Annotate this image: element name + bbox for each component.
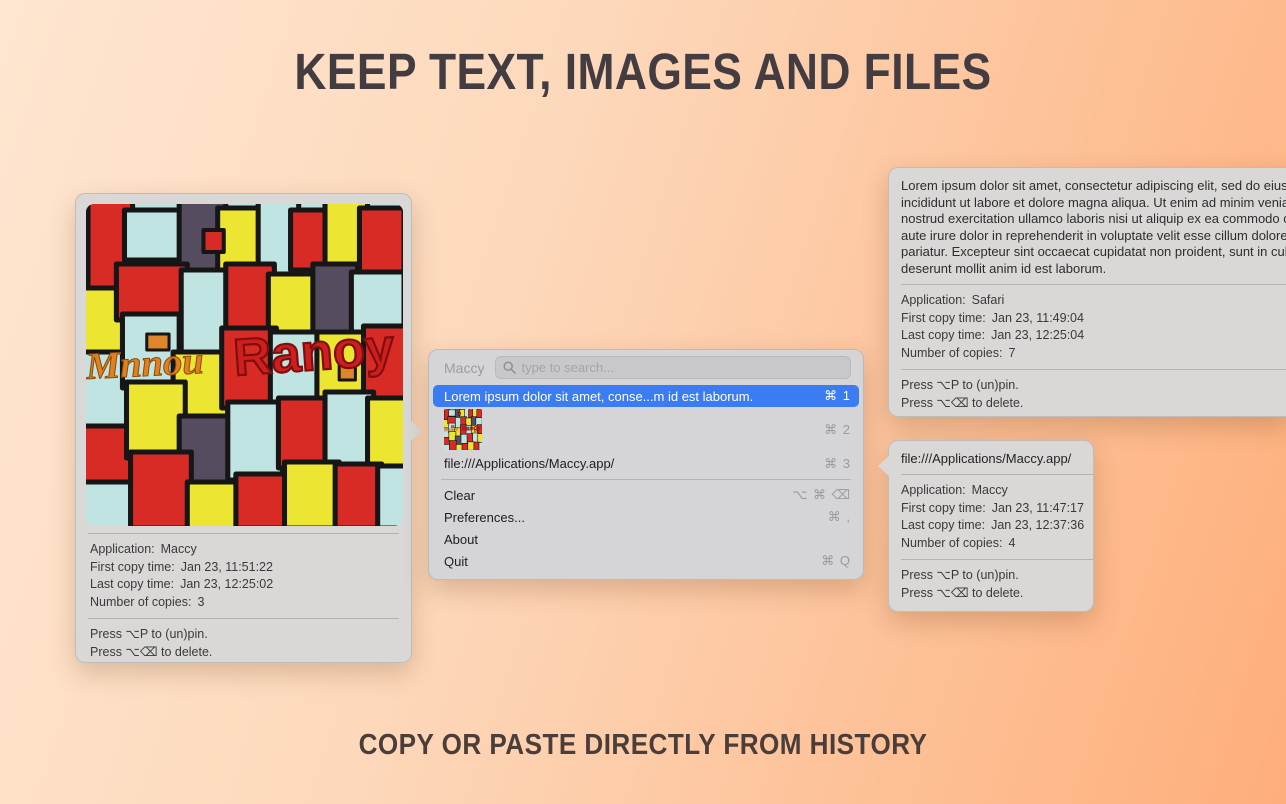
meta-row-copies: Number of copies: 3 (90, 594, 397, 612)
meta-label: Application: (901, 483, 966, 497)
image-preview-card: Application: Maccy First copy time: Jan 23… (75, 193, 422, 663)
meta-row-last-copy: Last copy time: Jan 23, 12:25:02 (90, 576, 397, 594)
meta-label: Last copy time: (901, 518, 986, 532)
divider (88, 533, 399, 534)
meta-value: Jan 23, 12:25:04 (991, 328, 1085, 342)
shortcut-badge: ⌘ 3 (824, 455, 851, 471)
text-preview-card: Lorem ipsum dolor sit amet, consectetur … (888, 167, 1286, 417)
history-item-thumbnail (444, 409, 482, 450)
menu-item-label: Quit (444, 553, 468, 569)
meta-value: Jan 23, 11:47:17 (991, 500, 1084, 515)
menu-item-label: About (444, 531, 478, 547)
history-item-image[interactable]: ⌘ 2 (429, 407, 863, 452)
meta-row-first-copy: First copy time: Jan 23, 11:49:04 (901, 310, 1286, 328)
lorem-text-block: Lorem ipsum dolor sit amet, consectetur … (901, 178, 1286, 277)
shortcut-badge: ⌥ ⌘ ⌫ (792, 487, 851, 502)
meta-row-application: Application: Maccy (90, 541, 397, 559)
hint-delete: Press ⌥⌫ to delete. (901, 585, 1024, 600)
shortcut-badge: ⌘ 2 (824, 421, 851, 437)
hint-pin: Press ⌥P to (un)pin. (90, 627, 208, 641)
history-item-label: file:///Applications/Maccy.app/ (444, 456, 615, 471)
file-preview-card: file:///Applications/Maccy.app/ Applicat… (878, 440, 1094, 612)
meta-value: 7 (1008, 345, 1016, 360)
connector-arrow-left (889, 385, 890, 407)
hint-delete: Press ⌥⌫ to delete. (90, 644, 213, 659)
meta-value: Jan 23, 11:49:04 (991, 310, 1084, 325)
meta-label: First copy time: (901, 500, 986, 515)
connector-arrow-right (410, 420, 422, 442)
lorem-line: aute irure dolor in reprehenderit in vol… (901, 227, 1286, 243)
history-item-text-selected[interactable]: Lorem ipsum dolor sit amet, conse...m id… (433, 385, 859, 407)
meta-label: Number of copies: (901, 345, 1003, 360)
caption: COPY OR PASTE DIRECTLY FROM HISTORY (358, 729, 928, 761)
menu-divider (441, 479, 851, 480)
mosaic-art-image (86, 204, 403, 526)
lorem-line: nostrud exercitation ullamco laboris nis… (901, 211, 1286, 226)
meta-row-application: Application: Maccy (901, 482, 1093, 500)
shortcut-badge: ⌘ , (827, 509, 851, 524)
meta-value: Jan 23, 12:25:02 (180, 577, 274, 591)
meta-value: Maccy (160, 542, 197, 556)
divider (901, 369, 1286, 370)
lorem-line: pariatur. Excepteur sint occaecat cupida… (901, 244, 1286, 259)
meta-row-copies: Number of copies: 4 (901, 535, 1093, 553)
meta-row-application: Application: Safari (901, 292, 1286, 310)
meta-label: Application: (901, 293, 966, 307)
hint-pin: Press ⌥P to (un)pin. (901, 568, 1019, 582)
meta-row-last-copy: Last copy time: Jan 23, 12:25:04 (901, 327, 1286, 345)
file-path: file:///Applications/Maccy.app/ (901, 451, 1072, 466)
lorem-line: Lorem ipsum dolor sit amet, consectetur … (901, 178, 1286, 193)
meta-value: Jan 23, 11:51:22 (180, 559, 273, 574)
clipboard-item-metadata: Application: Maccy First copy time: Jan 23… (901, 482, 1093, 552)
search-input[interactable] (521, 360, 843, 375)
menu-item-clear[interactable]: Clear ⌥ ⌘ ⌫ (429, 484, 863, 506)
shortcut-badge: ⌘ Q (821, 553, 851, 568)
divider (901, 559, 1093, 560)
meta-label: First copy time: (901, 310, 986, 325)
menu-item-label: Preferences... (444, 509, 525, 525)
connector-arrow-left (878, 455, 890, 477)
divider (901, 284, 1286, 285)
history-item-file[interactable]: file:///Applications/Maccy.app/ ⌘ 3 (429, 452, 863, 475)
meta-label: Application: (90, 542, 155, 556)
meta-value: 3 (197, 594, 205, 609)
meta-label: Number of copies: (90, 594, 192, 609)
meta-label: First copy time: (90, 559, 175, 574)
hint-delete: Press ⌥⌫ to delete. (901, 395, 1024, 410)
hint-pin: Press ⌥P to (un)pin. (901, 378, 1019, 392)
history-item-label: Lorem ipsum dolor sit amet, conse...m id… (444, 388, 754, 404)
divider (901, 474, 1093, 475)
app-title: Maccy (444, 359, 485, 376)
maccy-menu-popup: Maccy Lorem ipsum dolor sit amet, conse.… (428, 349, 864, 580)
meta-row-copies: Number of copies: 7 (901, 345, 1286, 363)
promo-background: { "headline": "KEEP TEXT, IMAGES AND FIL… (0, 0, 1286, 804)
menu-item-quit[interactable]: Quit ⌘ Q (429, 550, 863, 572)
menu-item-about[interactable]: About (429, 528, 863, 550)
search-field[interactable] (495, 356, 851, 379)
menu-item-preferences[interactable]: Preferences... ⌘ , (429, 506, 863, 528)
meta-value: Maccy (971, 483, 1008, 497)
meta-row-first-copy: First copy time: Jan 23, 11:51:22 (90, 559, 397, 577)
meta-value: Safari (971, 293, 1005, 307)
clipboard-item-metadata: Application: Safari First copy time: Jan 2… (901, 292, 1286, 362)
clipboard-item-metadata: Application: Maccy First copy time: Jan 23… (86, 541, 401, 611)
meta-value: Jan 23, 12:37:36 (991, 518, 1085, 532)
menu-header: Maccy (429, 350, 863, 385)
meta-label: Number of copies: (901, 535, 1003, 550)
lorem-line: incididunt ut labore et dolore magna ali… (901, 194, 1286, 210)
menu-item-label: Clear (444, 487, 476, 503)
meta-row-last-copy: Last copy time: Jan 23, 12:37:36 (901, 517, 1093, 535)
meta-label: Last copy time: (90, 577, 175, 591)
meta-value: 4 (1008, 535, 1016, 550)
meta-row-first-copy: First copy time: Jan 23, 11:47:17 (901, 500, 1093, 518)
shortcut-badge: ⌘ 1 (824, 388, 851, 403)
search-icon (503, 361, 517, 374)
divider (88, 618, 399, 619)
lorem-line: deserunt mollit anim id est laborum. (901, 260, 1107, 276)
meta-label: Last copy time: (901, 328, 986, 342)
headline: KEEP TEXT, IMAGES AND FILES (294, 43, 992, 100)
